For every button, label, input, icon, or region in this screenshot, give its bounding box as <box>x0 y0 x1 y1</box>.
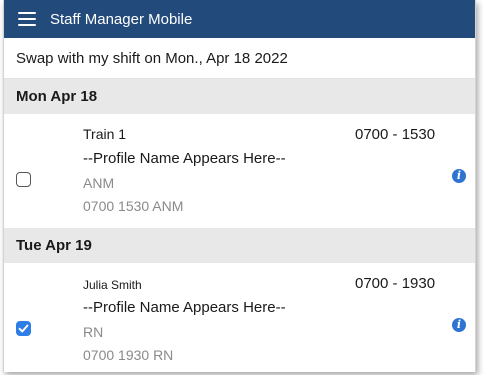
profile-name: --Profile Name Appears Here-- <box>83 299 286 316</box>
shift-row[interactable]: Julia Smith 0700 - 1930 --Profile Name A… <box>4 263 475 372</box>
shift-select-checkbox-checked[interactable] <box>16 321 31 336</box>
day-header-mon-apr-18: Mon Apr 18 <box>4 79 475 114</box>
shift-name: Julia Smith <box>83 278 142 292</box>
shift-role: RN <box>83 324 104 340</box>
shift-time: 0700 - 1930 <box>355 275 436 292</box>
shift-time: 0700 - 1530 <box>355 126 436 143</box>
shift-role: ANM <box>83 175 115 191</box>
menu-icon[interactable] <box>18 12 36 26</box>
day-header-tue-apr-19: Tue Apr 19 <box>4 228 475 263</box>
app-title: Staff Manager Mobile <box>50 10 193 28</box>
app-header: Staff Manager Mobile <box>4 0 475 38</box>
checkmark-icon <box>18 324 29 333</box>
shift-name: Train 1 <box>83 126 127 142</box>
swap-request-label: Swap with my shift on Mon., Apr 18 2022 <box>4 38 475 79</box>
shift-row[interactable]: Train 1 0700 - 1530 --Profile Name Appea… <box>4 114 475 228</box>
info-icon[interactable]: i <box>452 169 466 183</box>
shift-code: 0700 1530 ANM <box>83 198 184 214</box>
shift-code: 0700 1930 RN <box>83 347 174 363</box>
shift-select-checkbox[interactable] <box>16 172 31 187</box>
app-window: Staff Manager Mobile Swap with my shift … <box>3 0 476 372</box>
info-icon[interactable]: i <box>452 318 466 332</box>
profile-name: --Profile Name Appears Here-- <box>83 150 286 167</box>
